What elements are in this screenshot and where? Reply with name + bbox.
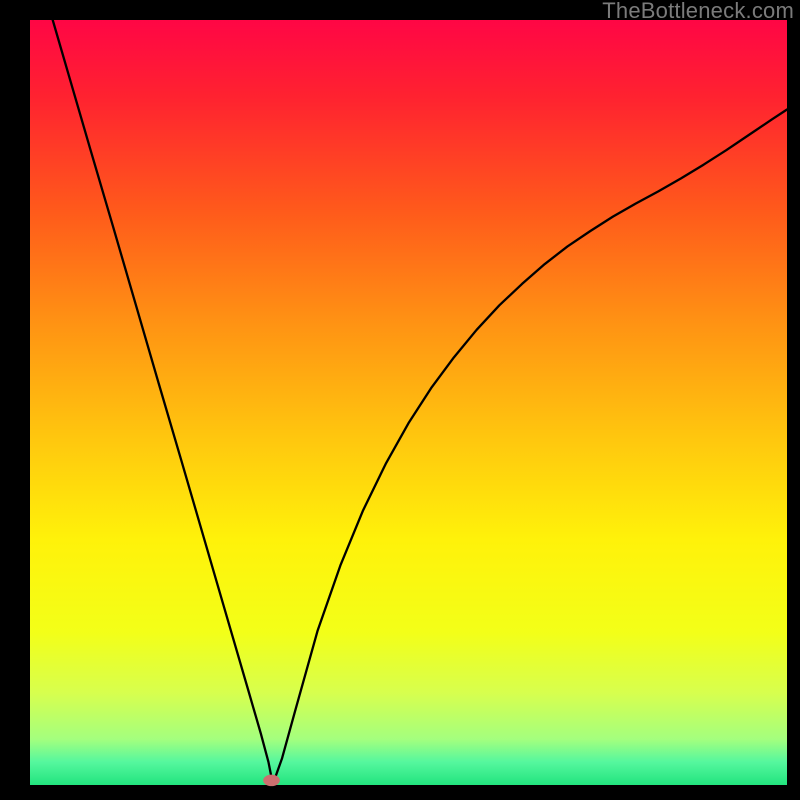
optimal-point-marker <box>263 775 280 786</box>
plot-background <box>30 20 787 785</box>
attribution-text: TheBottleneck.com <box>602 0 794 24</box>
bottleneck-chart <box>0 0 800 800</box>
chart-container: TheBottleneck.com <box>0 0 800 800</box>
